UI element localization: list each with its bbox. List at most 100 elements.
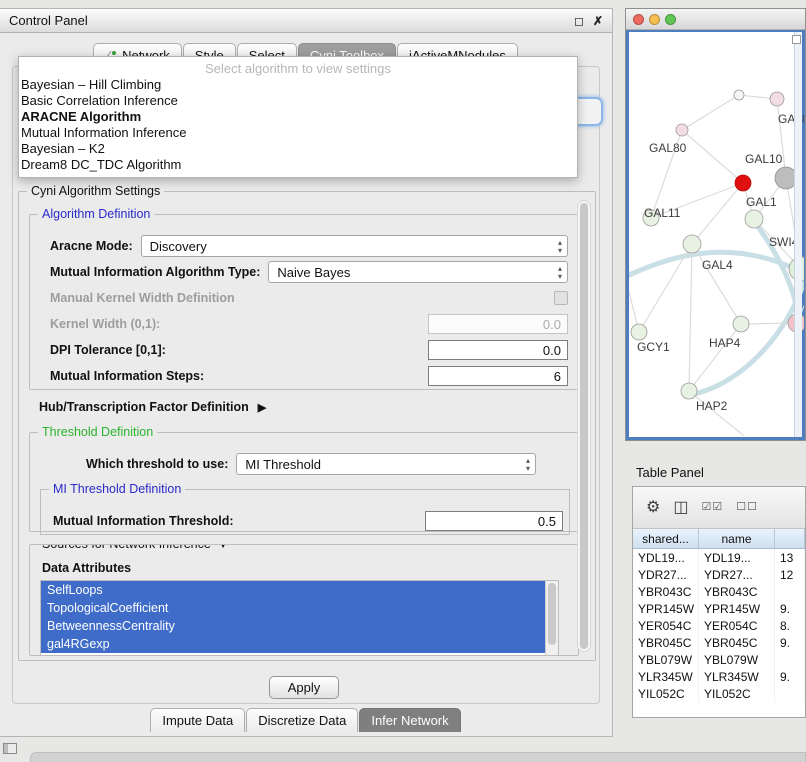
settings-group-title: Cyni Algorithm Settings <box>27 184 164 198</box>
table-row[interactable]: YLR345WYLR345W9. <box>633 668 805 685</box>
minimize-traffic-light[interactable] <box>649 14 660 25</box>
column-header-shared-[interactable]: shared... <box>633 529 699 548</box>
dpi-tolerance-row: DPI Tolerance [0,1]: 0.0 <box>50 339 568 361</box>
network-node[interactable] <box>734 90 744 100</box>
network-edge[interactable] <box>689 324 741 391</box>
table-row[interactable]: YPR145WYPR145W9. <box>633 600 805 617</box>
aracne-mode-select[interactable]: Discovery <box>141 235 568 257</box>
dropdown-item-basic-correlation-inference[interactable]: Basic Correlation Inference <box>19 93 577 109</box>
network-node[interactable] <box>676 124 688 136</box>
algorithm-combo-fragment[interactable] <box>576 97 603 126</box>
dropdown-item-aracne-algorithm[interactable]: ARACNE Algorithm <box>19 109 577 125</box>
network-canvas[interactable]: GAL80GAL8GAL10GAL11GAL1SWI4GAL4GCY1HAP4H… <box>629 32 804 436</box>
table-header-row: shared...name <box>633 529 805 549</box>
mi-type-row: Mutual Information Algorithm Type: Naive… <box>50 261 568 283</box>
table-cell: YDR27... <box>633 566 699 583</box>
bottom-tab-bar: Impute DataDiscretize DataInfer Network <box>0 708 612 732</box>
sources-group: Sources for Network Inference ▼ Data Att… <box>29 544 579 656</box>
network-node-label: HAP2 <box>696 399 728 413</box>
dropdown-item-mutual-information-inference[interactable]: Mutual Information Inference <box>19 125 577 141</box>
close-traffic-light[interactable] <box>633 14 644 25</box>
table-cell: YIL052C <box>633 685 699 702</box>
dpi-tolerance-field[interactable]: 0.0 <box>428 340 568 360</box>
bottom-tab-impute-data[interactable]: Impute Data <box>150 708 245 732</box>
table-row[interactable]: YBL079WYBL079W <box>633 651 805 668</box>
mi-threshold-field[interactable]: 0.5 <box>425 511 563 531</box>
network-node-label: GAL10 <box>745 152 783 166</box>
network-node[interactable] <box>745 210 763 228</box>
manual-kernel-checkbox[interactable] <box>554 291 568 305</box>
deselect-rows-icon[interactable]: ☐☐ <box>736 502 758 513</box>
network-node-label: GAL80 <box>649 141 687 155</box>
kernel-width-field[interactable]: 0.0 <box>428 314 568 334</box>
columns-icon[interactable]: ◫ <box>673 500 688 516</box>
which-threshold-value: MI Threshold <box>245 457 321 472</box>
network-edge[interactable] <box>639 244 692 332</box>
network-node[interactable] <box>631 324 647 340</box>
network-canvas-area[interactable]: GAL80GAL8GAL10GAL11GAL1SWI4GAL4GCY1HAP4H… <box>626 30 805 440</box>
network-node[interactable] <box>733 316 749 332</box>
network-node-label: HAP4 <box>709 336 741 350</box>
dropdown-item-dream8-dc-tdc-algorithm[interactable]: Dream8 DC_TDC Algorithm <box>19 157 577 173</box>
table-cell: YBL079W <box>633 651 699 668</box>
network-view-window: GAL80GAL8GAL10GAL11GAL1SWI4GAL4GCY1HAP4H… <box>625 8 806 441</box>
bottom-tab-discretize-data[interactable]: Discretize Data <box>246 708 358 732</box>
network-edge[interactable] <box>692 244 741 324</box>
network-node-label: GCY1 <box>637 340 670 354</box>
table-cell: YLR345W <box>699 668 775 685</box>
network-edge[interactable] <box>682 95 739 130</box>
list-item-topologicalcoefficient[interactable]: TopologicalCoefficient <box>41 599 558 617</box>
list-item-betweennesscentrality[interactable]: BetweennessCentrality <box>41 617 558 635</box>
list-item-selfloops[interactable]: SelfLoops <box>41 581 558 599</box>
zoom-traffic-light[interactable] <box>665 14 676 25</box>
panel-dock-icon[interactable] <box>3 743 17 754</box>
network-edge[interactable] <box>689 244 692 391</box>
dropdown-item-bayesian-k2[interactable]: Bayesian – K2 <box>19 141 577 157</box>
network-scrollbar[interactable] <box>794 32 802 437</box>
which-threshold-select[interactable]: MI Threshold <box>236 453 536 475</box>
table-row[interactable]: YER054CYER054C8. <box>633 617 805 634</box>
network-node-label: GAL11 <box>644 206 681 220</box>
column-header-2[interactable] <box>775 529 805 548</box>
table-cell <box>775 583 805 600</box>
list-scrollbar[interactable] <box>545 581 558 655</box>
list-item-gal4rgexp[interactable]: gal4RGexp <box>41 635 558 653</box>
table-row[interactable]: YIL052CYIL052C <box>633 685 805 702</box>
collapse-down-icon[interactable]: ▼ <box>217 544 229 551</box>
network-node[interactable] <box>681 383 697 399</box>
settings-scrollbar[interactable] <box>577 200 591 652</box>
apply-button[interactable]: Apply <box>269 676 339 699</box>
mi-threshold-group: MI Threshold Definition Mutual Informati… <box>40 489 570 535</box>
network-edge[interactable] <box>689 391 749 436</box>
network-edge[interactable] <box>777 99 786 178</box>
birdseye-toggle-icon[interactable] <box>792 35 801 44</box>
mi-type-select[interactable]: Naive Bayes <box>268 261 568 283</box>
bottom-tab-infer-network[interactable]: Infer Network <box>359 708 460 732</box>
network-node[interactable] <box>770 92 784 106</box>
control-panel-titlebar: Control Panel ◻ ✗ <box>0 9 612 33</box>
control-panel-title: Control Panel <box>9 13 565 28</box>
select-rows-icon[interactable]: ☑☑ <box>701 502 723 513</box>
table-row[interactable]: YBR045CYBR045C9. <box>633 634 805 651</box>
network-node[interactable] <box>683 235 701 253</box>
dropdown-item-bayesian-hill-climbing[interactable]: Bayesian – Hill Climbing <box>19 77 577 93</box>
table-cell: 12 <box>775 566 805 583</box>
algorithm-definition-group: Algorithm Definition Aracne Mode: Discov… <box>29 214 579 390</box>
table-row[interactable]: YBR043CYBR043C <box>633 583 805 600</box>
gear-icon[interactable]: ⚙ <box>646 500 660 516</box>
table-cell: YBR045C <box>699 634 775 651</box>
table-row[interactable]: YDL19...YDL19...13 <box>633 549 805 566</box>
column-header-name[interactable]: name <box>699 529 775 548</box>
manual-kernel-row: Manual Kernel Width Definition <box>50 287 568 309</box>
mi-threshold-group-title: MI Threshold Definition <box>49 482 185 496</box>
data-attributes-list[interactable]: SelfLoopsTopologicalCoefficientBetweenne… <box>40 580 559 656</box>
float-window-icon[interactable]: ◻ <box>574 14 584 28</box>
aracne-mode-value: Discovery <box>150 239 207 254</box>
close-window-icon[interactable]: ✗ <box>593 14 603 28</box>
hub-definition-toggle[interactable]: Hub/Transcription Factor Definition ▶ <box>39 400 266 414</box>
network-node[interactable] <box>735 175 751 191</box>
mi-steps-field[interactable]: 6 <box>428 366 568 386</box>
table-row[interactable]: YDR27...YDR27...12 <box>633 566 805 583</box>
network-edge[interactable] <box>682 130 743 183</box>
mi-type-value: Naive Bayes <box>277 265 350 280</box>
